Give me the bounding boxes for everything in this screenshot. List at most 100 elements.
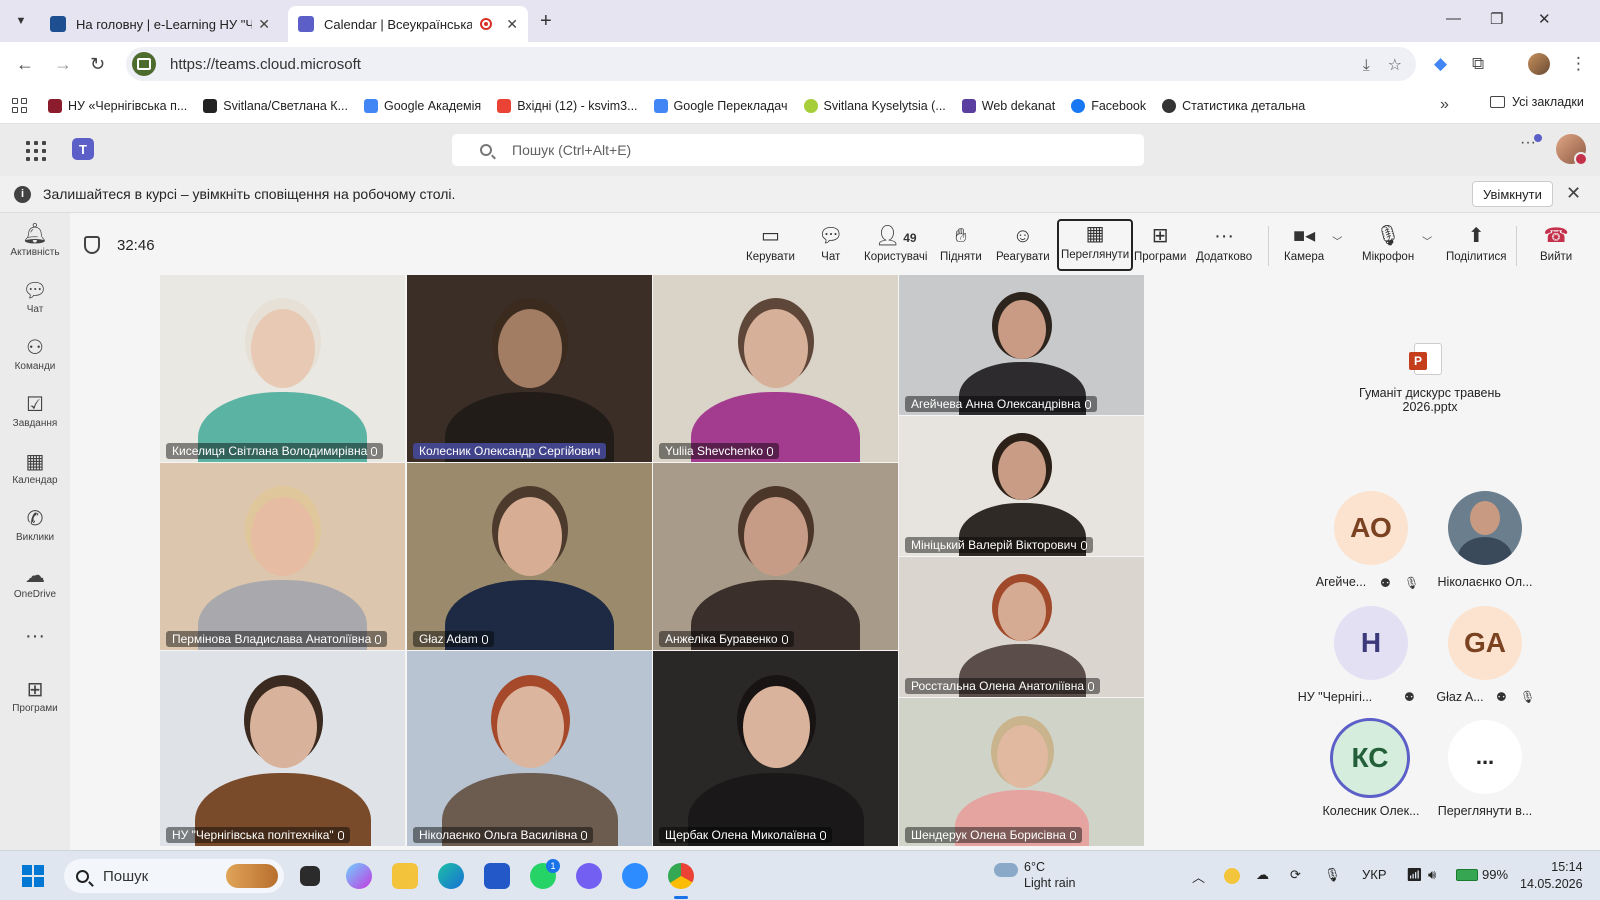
rail-item-chat[interactable]: 💬︎ Чат: [0, 278, 70, 315]
bookmark-item[interactable]: Svitlana Kyselytsia (...: [803, 98, 946, 113]
participant-video-tile[interactable]: Пермінова Владислава Анатоліївна: [160, 463, 405, 650]
bookmark-star-icon[interactable]: ⤓ ☆: [1363, 55, 1402, 75]
participant-video-tile[interactable]: Росстальна Олена Анатоліївна: [899, 557, 1144, 697]
enable-notifications-button[interactable]: Увімкнути: [1472, 181, 1553, 207]
share-button[interactable]: ⬆︎ Поділитися: [1446, 223, 1506, 271]
powerpoint-file-icon[interactable]: [1409, 343, 1442, 375]
site-info-icon[interactable]: [132, 52, 156, 76]
back-icon[interactable]: ←: [16, 54, 34, 75]
minimize-icon[interactable]: —: [1446, 10, 1461, 27]
teams-search[interactable]: [452, 134, 1144, 166]
participant-video-tile[interactable]: Yuliia Shevchenko: [653, 275, 898, 462]
browser-tab-calendar[interactable]: Calendar | Всеукраїнська н ✕: [288, 6, 528, 42]
close-tab-icon[interactable]: ✕: [258, 16, 270, 33]
tab-search-icon[interactable]: ▼: [8, 8, 34, 34]
taskbar-search[interactable]: Пошук: [64, 859, 284, 893]
rail-item-calls[interactable]: ✆ Виклики: [0, 506, 70, 543]
app-launcher-icon[interactable]: [26, 141, 46, 161]
forward-icon[interactable]: →: [54, 54, 72, 75]
rail-item-apps[interactable]: ⊞ Програми: [0, 677, 70, 714]
rail-item-tasks[interactable]: ☑ Завдання: [0, 392, 70, 429]
participant-video-tile[interactable]: Głaz Adam: [407, 463, 652, 650]
volume-icon[interactable]: 🔊︎: [1428, 867, 1436, 883]
bookmark-item[interactable]: Статистика детальна: [1162, 98, 1305, 113]
participant-video-tile[interactable]: Киселиця Світлана Володимирівна: [160, 275, 405, 462]
people-button[interactable]: 👤︎ 49 Користувачі: [864, 223, 927, 271]
participant-video-tile[interactable]: Анжеліка Буравенко: [653, 463, 898, 650]
apps-grid-icon[interactable]: [12, 97, 28, 114]
close-tab-icon[interactable]: ✕: [506, 16, 518, 33]
edge-icon[interactable]: [438, 863, 464, 889]
raise-hand-button[interactable]: ✋︎ Підняти: [940, 223, 982, 271]
bookmark-item[interactable]: Google Перекладач: [653, 98, 788, 113]
rail-item-onedrive[interactable]: ☁︎ OneDrive: [0, 563, 70, 600]
browser-tab-elearning[interactable]: На головну | e-Learning НУ "Че ✕: [40, 6, 280, 42]
bookmark-item[interactable]: НУ «Чернігівська п...: [48, 98, 187, 113]
store-icon[interactable]: [484, 863, 510, 889]
all-bookmarks[interactable]: Усі закладки: [1490, 95, 1584, 109]
close-banner-icon[interactable]: ✕: [1566, 183, 1581, 204]
language-indicator[interactable]: УКР: [1362, 867, 1387, 882]
microphone-icon[interactable]: 🎙︎: [1324, 867, 1341, 883]
weather-widget[interactable]: 6°C Light rain: [994, 859, 1075, 891]
browser-menu-icon[interactable]: ⋮: [1570, 54, 1587, 74]
restore-icon[interactable]: ❐: [1490, 10, 1503, 28]
view-all-participants-button[interactable]: ...: [1448, 720, 1522, 794]
tray-app-icon[interactable]: [1224, 868, 1240, 884]
url-text[interactable]: https://teams.cloud.microsoft: [170, 56, 361, 73]
participant-video-tile[interactable]: Шендерук Олена Борисівна: [899, 698, 1144, 846]
shared-file-name[interactable]: Гуманіт дискурс травень 2026.pptx: [1330, 386, 1530, 414]
system-clock[interactable]: 15:14 14.05.2026: [1520, 859, 1583, 893]
more-button[interactable]: ··· Додатково: [1196, 223, 1252, 271]
chevron-down-icon[interactable]: ﹀: [1332, 233, 1342, 248]
mic-button[interactable]: 🎙︎ Мікрофон ﹀: [1362, 223, 1432, 271]
participant-video-tile[interactable]: Мініцький Валерій Вікторович: [899, 416, 1144, 556]
rail-item-teams[interactable]: ⚇ Команди: [0, 335, 70, 372]
omnibox[interactable]: https://teams.cloud.microsoft ⤓ ☆: [126, 47, 1416, 81]
more-bookmarks-icon[interactable]: »: [1440, 96, 1449, 114]
participant-video-tile[interactable]: Ніколаєнко Ольга Василівна: [407, 651, 652, 846]
participant-video-tile[interactable]: Агейчева Анна Олександрівна: [899, 275, 1144, 415]
participant-video-tile[interactable]: Колесник Олександр Сергійович: [407, 275, 652, 462]
chat-button[interactable]: 💬︎ Чат: [818, 223, 843, 271]
zoom-icon[interactable]: [622, 863, 648, 889]
rail-item-calendar[interactable]: ▦ Календар: [0, 449, 70, 486]
search-input[interactable]: [512, 142, 1112, 158]
bookmark-item[interactable]: Google Академія: [364, 98, 481, 113]
speaking-participant-avatar[interactable]: КС: [1330, 718, 1410, 798]
sync-icon[interactable]: ⟳: [1290, 867, 1301, 883]
rail-more[interactable]: ···: [0, 623, 70, 649]
wifi-icon[interactable]: 📶︎: [1406, 867, 1423, 883]
chevron-down-icon[interactable]: ﹀: [1422, 233, 1432, 248]
participant-avatar[interactable]: АО: [1334, 491, 1408, 565]
bookmark-item[interactable]: Web dekanat: [961, 98, 1055, 113]
view-all-label[interactable]: Переглянути в...: [1420, 804, 1550, 818]
chevron-up-icon[interactable]: ︿: [1192, 867, 1205, 886]
windows-start-icon[interactable]: [22, 865, 44, 887]
participant-video-tile[interactable]: НУ "Чернігівська політехніка": [160, 651, 405, 846]
chrome-icon[interactable]: [668, 863, 694, 889]
reload-icon[interactable]: ↻: [90, 54, 105, 75]
view-button[interactable]: ▦ Переглянути: [1057, 219, 1134, 271]
participant-photo-avatar[interactable]: [1448, 491, 1522, 565]
file-explorer-icon[interactable]: [392, 863, 418, 889]
browser-profile-avatar[interactable]: [1528, 53, 1550, 75]
task-view-icon[interactable]: [300, 866, 320, 886]
rail-item-activity[interactable]: 🔔︎ Активність: [0, 221, 70, 258]
leave-button[interactable]: ☎︎ Вийти: [1540, 223, 1572, 271]
battery-icon[interactable]: [1456, 869, 1478, 881]
puzzle-icon[interactable]: ⧉: [1472, 54, 1484, 74]
viber-icon[interactable]: [576, 863, 602, 889]
close-window-icon[interactable]: ✕: [1538, 10, 1551, 28]
bookmark-item[interactable]: Svitlana/Светлана К...: [203, 98, 348, 113]
manage-button[interactable]: ▭ Керувати: [746, 223, 795, 271]
new-tab-button[interactable]: +: [540, 10, 552, 33]
onedrive-icon[interactable]: ☁︎: [1256, 867, 1269, 883]
react-button[interactable]: ☺ Реагувати: [996, 223, 1050, 271]
extension-icon[interactable]: ◆: [1434, 54, 1447, 74]
apps-button[interactable]: ⊞ Програми: [1134, 223, 1186, 271]
user-avatar[interactable]: [1556, 134, 1588, 166]
bookmark-item[interactable]: Facebook: [1071, 98, 1146, 113]
bookmark-item[interactable]: Вхідні (12) - ksvim3...: [497, 98, 638, 113]
participant-avatar[interactable]: GA: [1448, 606, 1522, 680]
